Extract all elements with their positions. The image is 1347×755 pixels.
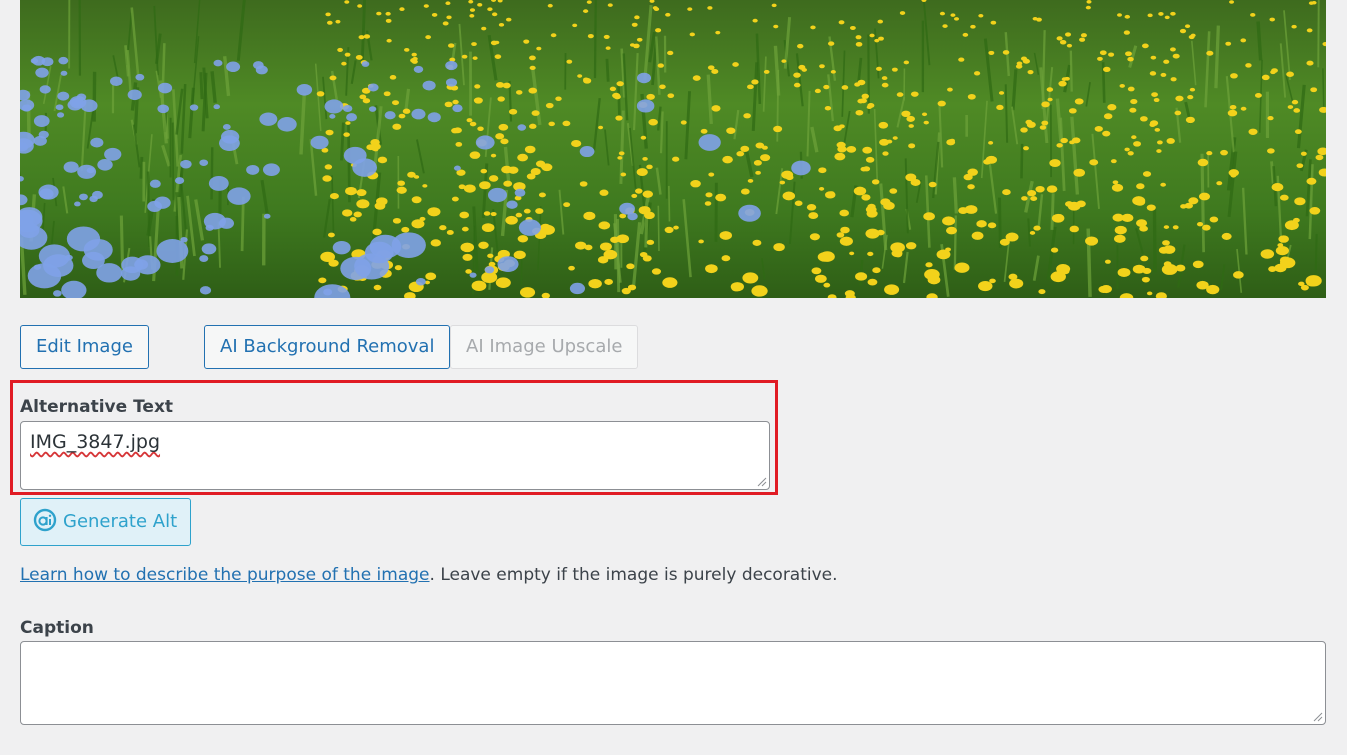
ai-background-removal-button[interactable]: AI Background Removal <box>204 325 451 369</box>
caption-field[interactable] <box>20 641 1326 725</box>
alt-text-label: Alternative Text <box>20 397 174 417</box>
edit-image-button[interactable]: Edit Image <box>20 325 149 369</box>
meadow-photo <box>20 0 1326 298</box>
attachment-details-panel: Edit Image AI Background Removal AI Imag… <box>0 0 1347 755</box>
caption-label: Caption <box>20 618 94 638</box>
generate-alt-button[interactable]: Generate Alt <box>20 498 192 546</box>
alt-text-field[interactable]: IMG_3847.jpg <box>20 421 770 490</box>
generate-alt-label: Generate Alt <box>63 511 178 532</box>
alt-help-text: Learn how to describe the purpose of the… <box>20 565 838 585</box>
alt-text-value: IMG_3847.jpg <box>30 431 161 453</box>
resize-handle-icon[interactable] <box>1311 710 1323 722</box>
alt-help-suffix: . Leave empty if the image is purely dec… <box>429 565 838 585</box>
resize-handle-icon[interactable] <box>755 475 767 487</box>
meadow-image <box>20 0 1326 298</box>
ai-image-upscale-button: AI Image Upscale <box>450 325 639 369</box>
alt-help-link[interactable]: Learn how to describe the purpose of the… <box>20 565 430 585</box>
ai-icon <box>33 508 57 532</box>
